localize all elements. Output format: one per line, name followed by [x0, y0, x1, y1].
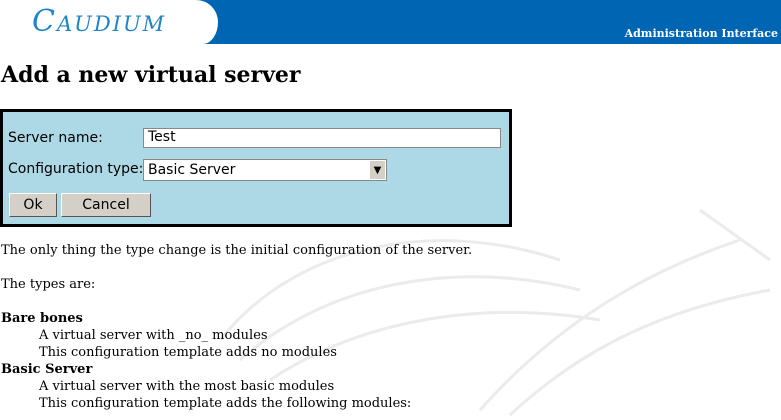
ok-button[interactable]: Ok	[9, 193, 57, 217]
type-desc-line: A virtual server with the most basic mod…	[39, 379, 335, 394]
server-name-value: Test	[148, 129, 176, 145]
config-type-value: Basic Server	[148, 162, 236, 178]
cancel-button[interactable]: Cancel	[61, 193, 151, 217]
types-heading: The types are:	[1, 277, 96, 292]
admin-interface-label: Administration Interface	[624, 27, 778, 40]
page-title: Add a new virtual server	[1, 62, 301, 88]
server-name-input[interactable]: Test	[143, 128, 501, 148]
config-type-label: Configuration type:	[8, 161, 144, 177]
logo-area: Caudium	[0, 0, 218, 44]
chevron-down-icon[interactable]: ▼	[369, 161, 385, 179]
type-desc-line: A virtual server with _no_ modules	[39, 328, 268, 343]
type-desc-line: This configuration template adds no modu…	[39, 345, 337, 360]
intro-text: The only thing the type change is the in…	[1, 243, 473, 258]
server-name-label: Server name:	[8, 130, 103, 146]
header-bar: Caudium Administration Interface	[0, 0, 781, 44]
type-name-bare-bones: Bare bones	[1, 311, 83, 326]
type-name-basic-server: Basic Server	[1, 362, 93, 377]
caudium-logo: Caudium	[32, 4, 167, 39]
add-server-form: Server name: Test Configuration type: Ba…	[0, 109, 512, 227]
type-desc-line: This configuration template adds the fol…	[39, 396, 412, 411]
config-type-select[interactable]: Basic Server ▼	[143, 159, 387, 181]
